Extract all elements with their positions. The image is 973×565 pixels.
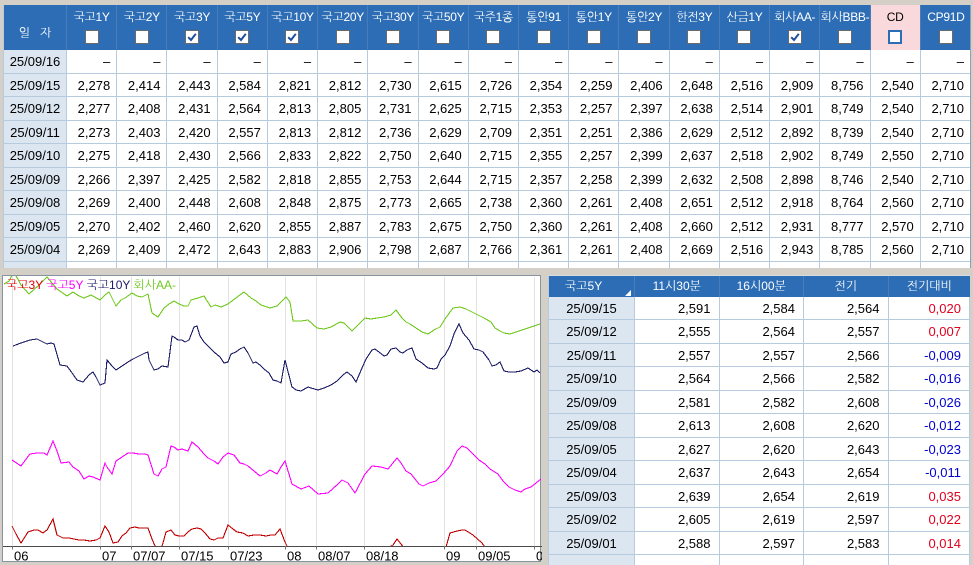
svg-text:09: 09 xyxy=(446,549,460,564)
svg-text:08: 08 xyxy=(287,549,301,564)
svg-text:08/07: 08/07 xyxy=(318,549,351,564)
svg-text:07/23: 07/23 xyxy=(230,549,263,564)
svg-text:08/18: 08/18 xyxy=(366,549,399,564)
svg-text:09: 09 xyxy=(536,549,542,564)
svg-text:07: 07 xyxy=(102,549,116,564)
svg-text:07/15: 07/15 xyxy=(181,549,214,564)
svg-text:06: 06 xyxy=(14,549,28,564)
svg-text:09/05: 09/05 xyxy=(478,549,511,564)
svg-text:07/07: 07/07 xyxy=(133,549,166,564)
